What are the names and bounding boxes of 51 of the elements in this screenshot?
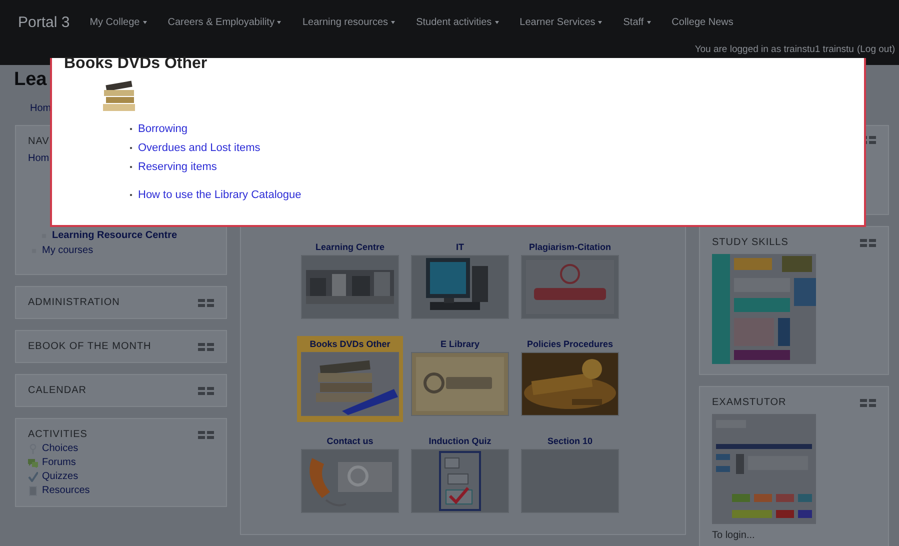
page-heading: Lea	[14, 68, 47, 92]
nav-tree-item[interactable]: Learning Resource Centre	[52, 230, 178, 241]
logout-link[interactable]: (Log out)	[856, 44, 895, 55]
block-title: ACTIVITIES	[28, 429, 88, 440]
tile-title: Books DVDs Other	[310, 339, 390, 349]
speech-bubbles-icon	[28, 458, 38, 468]
login-info: You are logged in as trainstu1 trainstu	[694, 44, 854, 55]
tile-title: Policies Procedures	[526, 339, 614, 349]
block-title: ADMINISTRATION	[28, 297, 120, 308]
activity-link[interactable]: Resources	[42, 485, 90, 496]
tile-title: Learning Centre	[315, 242, 384, 252]
block-title: NAV	[28, 136, 50, 147]
tile-title: Contact us	[326, 436, 374, 446]
tile-title: Plagiarism-Citation	[528, 242, 611, 252]
nav-menu-item[interactable]: Student activities	[416, 16, 499, 28]
section-tile[interactable]: Policies Procedures	[517, 336, 623, 422]
section-tile[interactable]: E Library	[407, 336, 513, 422]
section-tile[interactable]: Books DVDs Other	[297, 336, 403, 422]
section-tile[interactable]: Contact us	[297, 433, 403, 519]
modal-link[interactable]: Overdues and Lost items	[138, 142, 260, 154]
tile-title: Induction Quiz	[428, 436, 492, 446]
activity-link[interactable]: Forums	[42, 457, 76, 468]
activity-link[interactable]: Choices	[42, 443, 78, 454]
checkmark-icon	[28, 472, 38, 482]
block-title: EBOOK OF THE MONTH	[28, 341, 152, 352]
modal-link[interactable]: How to use the Library Catalogue	[138, 188, 302, 200]
tile-title: IT	[456, 242, 464, 252]
modal-link[interactable]: Reserving items	[138, 160, 217, 172]
tile-title: Section 10	[547, 436, 593, 446]
nav-tree-item[interactable]: My courses	[42, 245, 94, 256]
nav-menu-item[interactable]: Learner Services	[520, 16, 602, 28]
document-icon	[28, 486, 38, 496]
section-tile[interactable]: Induction Quiz	[407, 433, 513, 519]
section-tile[interactable]: Learning Centre	[297, 239, 403, 325]
block-title: EXAMSTUTOR	[712, 397, 786, 408]
nav-menu-item[interactable]: Learning resources	[302, 16, 396, 28]
section-tile[interactable]: Section 10	[517, 433, 623, 519]
block-title: STUDY SKILLS	[712, 237, 788, 248]
nav-menu-item[interactable]: Careers & Employability	[168, 16, 282, 28]
login-link[interactable]: To login...	[712, 530, 876, 541]
modal-link[interactable]: Borrowing	[138, 122, 188, 134]
nav-menu-item[interactable]: Staff	[623, 16, 651, 28]
activity-link[interactable]: Quizzes	[42, 471, 78, 482]
modal-title: Books DVDs Other	[64, 55, 208, 73]
section-tile[interactable]: Plagiarism-Citation	[517, 239, 623, 325]
nav-menu-item[interactable]: College News	[672, 16, 734, 28]
nav-menu-item[interactable]: My College	[90, 16, 147, 28]
tile-title: E Library	[440, 339, 480, 349]
section-tile[interactable]: IT	[407, 239, 513, 325]
brand-link[interactable]: Portal 3	[18, 14, 70, 30]
block-title: CALENDAR	[28, 385, 86, 396]
